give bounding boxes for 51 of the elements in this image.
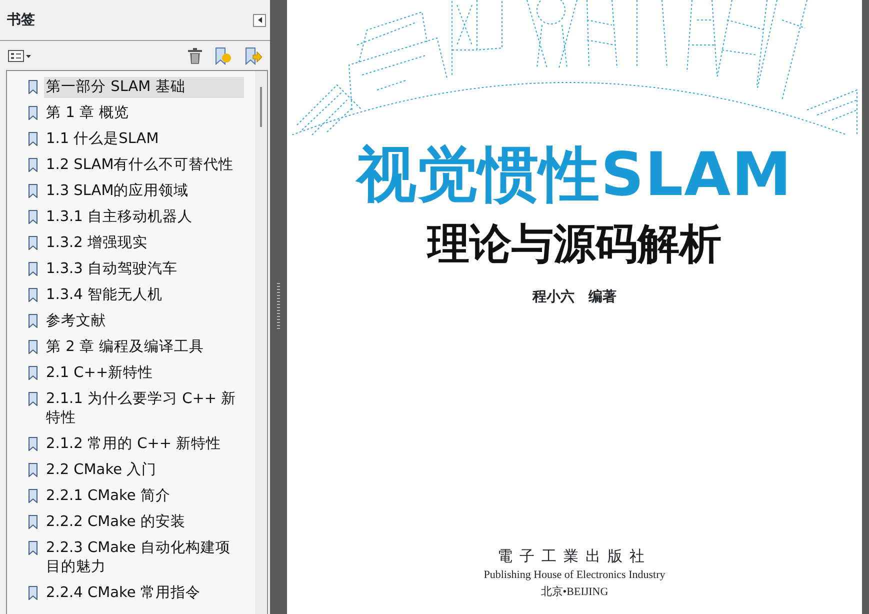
new-bookmark-icon[interactable] — [214, 46, 232, 64]
publisher-logo-text: 電子工業出版社 — [497, 546, 652, 566]
bookmark-icon — [28, 184, 38, 198]
bookmark-icon — [28, 210, 38, 224]
bookmark-icon — [28, 340, 38, 354]
bookmark-item[interactable]: 1.2 SLAM有什么不可替代性 — [44, 154, 244, 176]
bookmark-icon — [28, 540, 38, 554]
book-author: 程小六 编著 — [532, 288, 616, 307]
bookmark-item[interactable]: 1.3.2 增强现实 — [44, 232, 244, 254]
bookmark-item[interactable]: 2.2 CMake 入门 — [44, 460, 244, 480]
bookmark-icon — [28, 586, 38, 600]
bookmark-icon — [28, 106, 38, 120]
collapse-button[interactable] — [253, 14, 266, 26]
publisher-name: Publishing House of Electronics Industry — [484, 568, 666, 583]
bookmark-item[interactable]: 1.1 什么是SLAM — [44, 128, 244, 150]
bookmark-item[interactable]: 1.3.3 自动驾驶汽车 — [44, 258, 244, 280]
book-subtitle: 理论与源码解析 — [428, 223, 722, 265]
bookmark-icon — [28, 158, 38, 172]
delete-icon[interactable] — [188, 48, 202, 64]
bookmark-icon — [28, 436, 38, 450]
bookmark-icon — [28, 262, 38, 276]
bookmark-icon — [28, 314, 38, 328]
bookmark-item[interactable]: 2.2.1 CMake 简介 — [44, 486, 244, 506]
bookmark-icon — [28, 132, 38, 146]
bookmark-item[interactable]: 2.2.4 CMake 常用指令 — [44, 582, 244, 604]
bookmark-item[interactable]: 2.1.1 为什么要学习 C++ 新特性 — [44, 388, 244, 428]
bookmark-item[interactable]: 第 2 章 编程及编译工具 — [44, 336, 244, 358]
bookmark-item[interactable]: 2.1.2 常用的 C++ 新特性 — [44, 434, 244, 454]
bookmark-icon — [28, 392, 38, 406]
book-title: 视觉惯性SLAM — [356, 145, 792, 205]
bookmark-icon — [28, 488, 38, 502]
bookmark-icon — [28, 288, 38, 302]
bookmark-icon — [28, 366, 38, 380]
bookmark-item[interactable]: 1.3.4 智能无人机 — [44, 284, 244, 306]
bookmark-item[interactable]: 1.3 SLAM的应用领域 — [44, 180, 244, 202]
scrollbar[interactable] — [255, 71, 267, 614]
bookmark-item[interactable]: 第 1 章 概览 — [44, 102, 244, 124]
panel-title: 书签 — [7, 10, 35, 30]
bookmark-icon — [28, 236, 38, 250]
options-menu-icon[interactable] — [8, 50, 32, 62]
bookmark-item[interactable]: 2.2.3 CMake 自动化构建项目的魅力 — [44, 538, 244, 578]
bookmark-item[interactable]: 第一部分 SLAM 基础 — [44, 76, 244, 98]
publisher-city: 北京•BEIJING — [540, 584, 608, 600]
bookmark-icon — [28, 80, 38, 94]
bookmark-item[interactable]: 参考文献 — [44, 310, 244, 332]
bookmark-item[interactable]: 2.1 C++新特性 — [44, 362, 244, 384]
bookmark-icon — [28, 462, 38, 476]
bookmark-item[interactable]: 1.3.1 自主移动机器人 — [44, 206, 244, 228]
bookmark-item[interactable]: 2.2.2 CMake 的安装 — [44, 512, 244, 532]
bookmark-arrow-icon[interactable] — [244, 46, 262, 64]
bookmark-icon — [28, 514, 38, 528]
